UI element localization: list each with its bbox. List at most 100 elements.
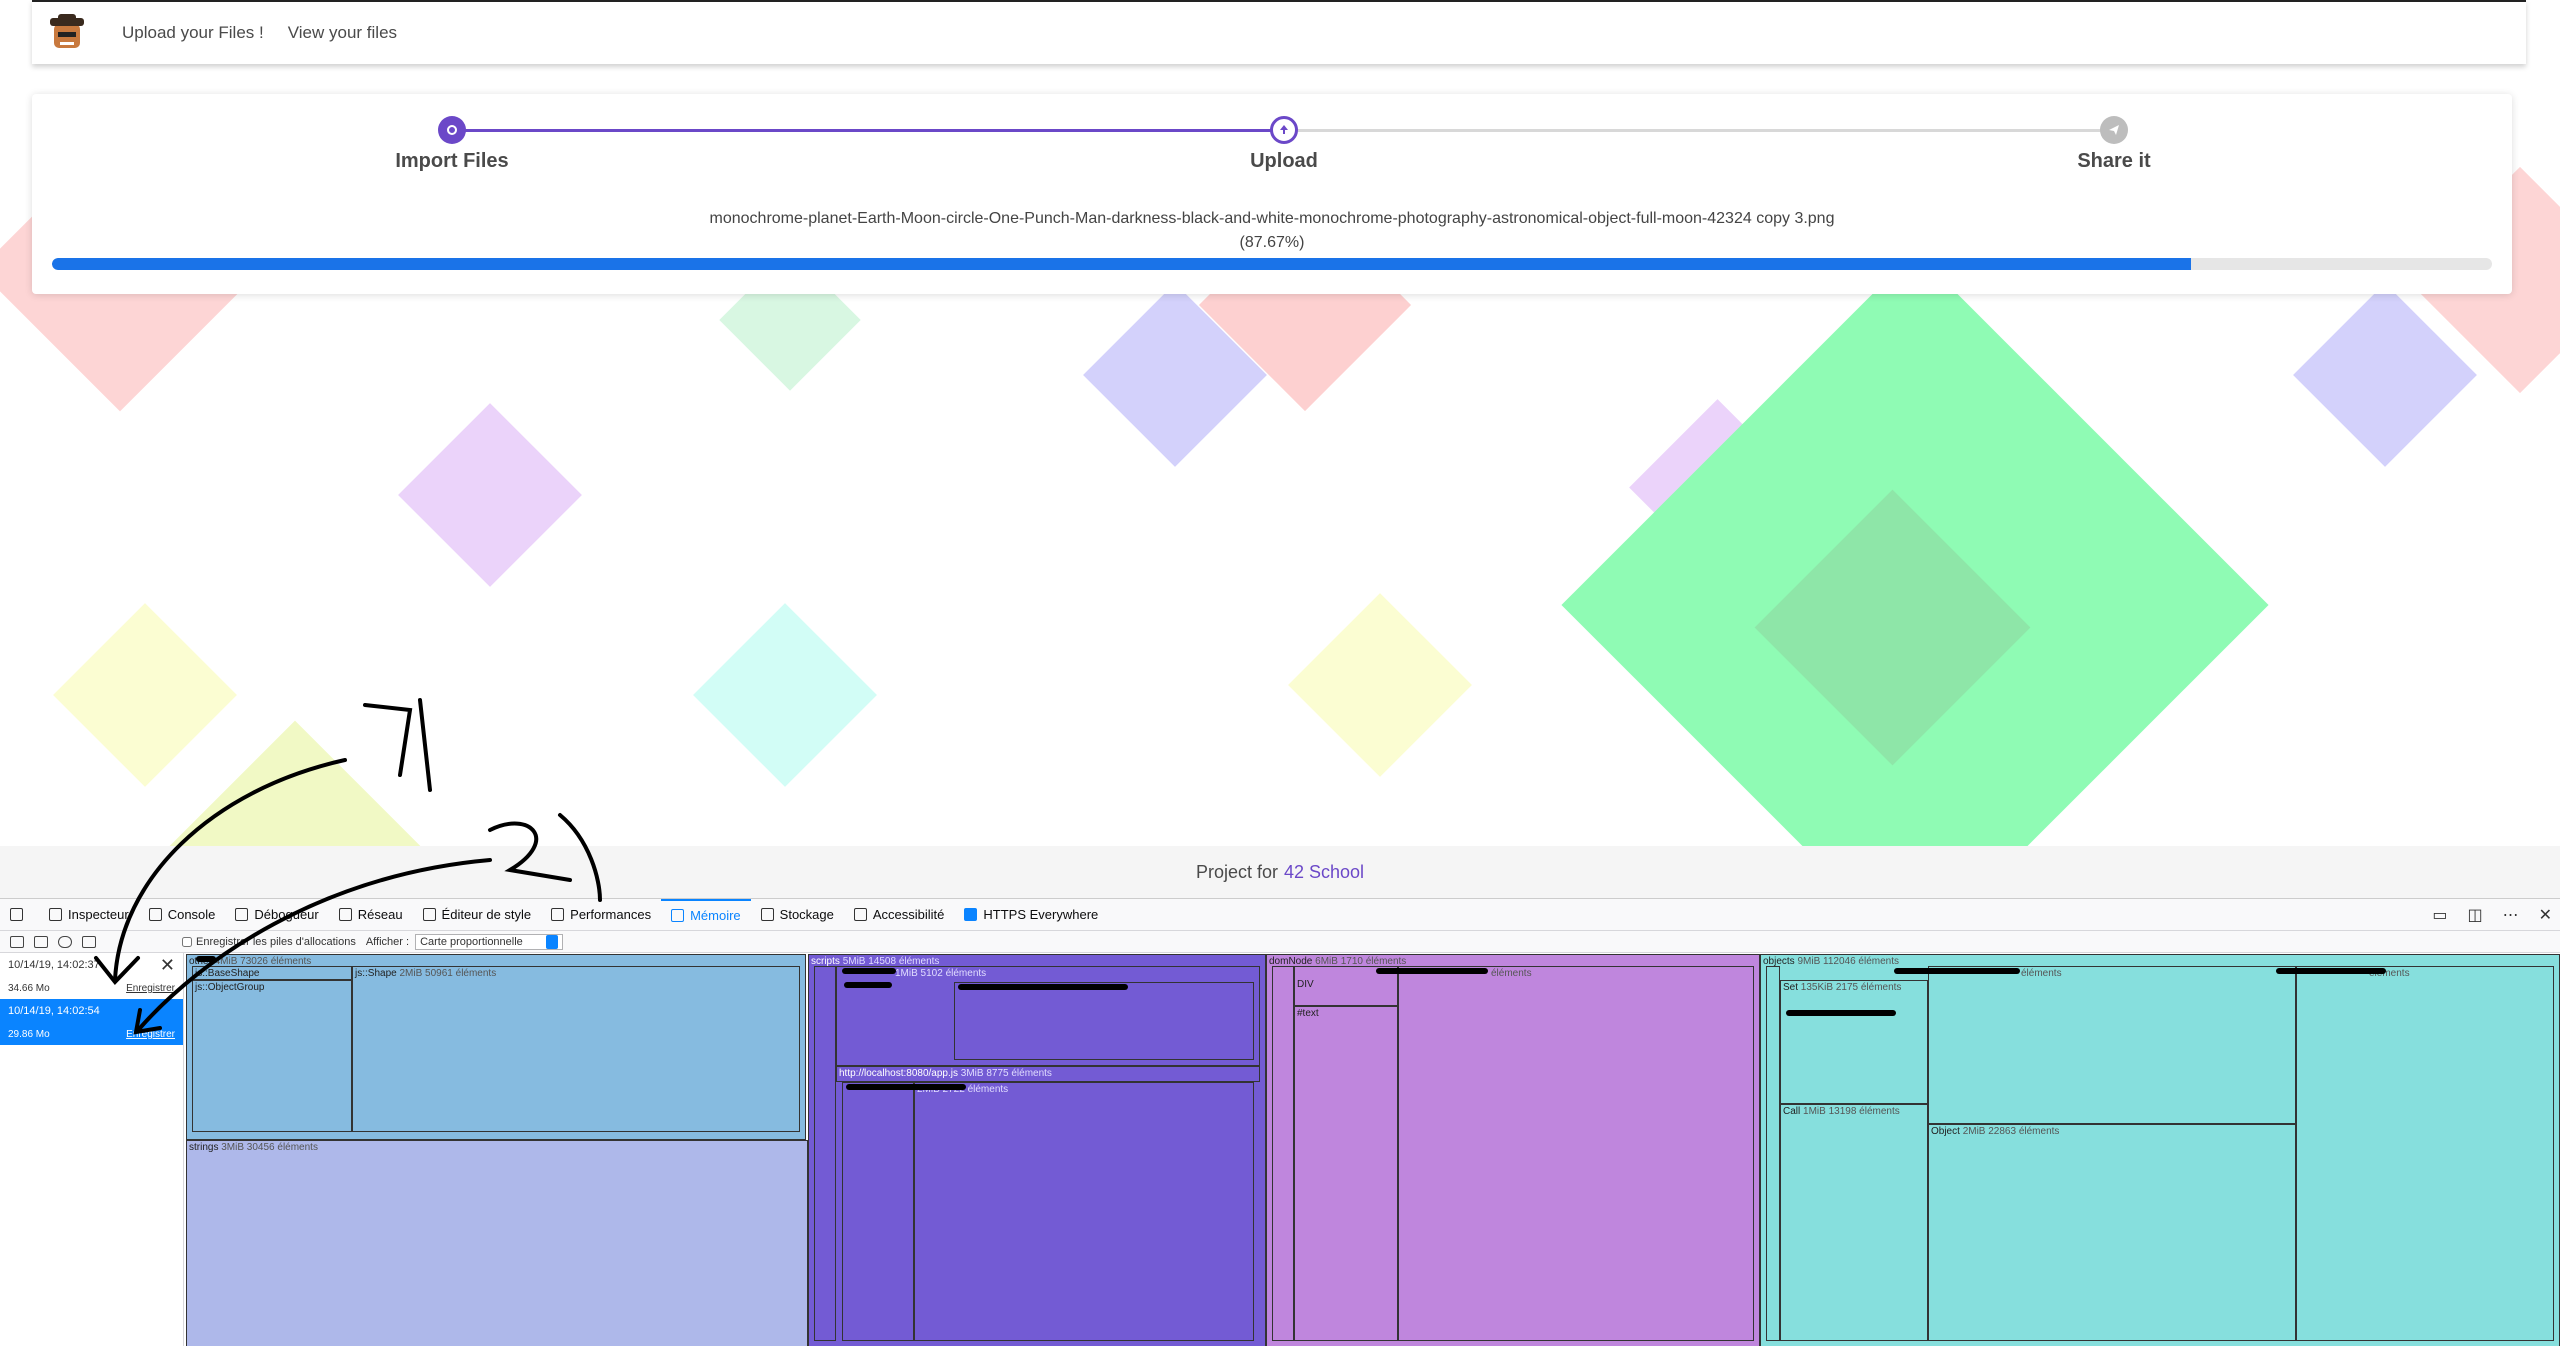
- treemap-js-shape[interactable]: js::Shape 2MiB 50961 éléments: [352, 966, 800, 1132]
- snapshot-item-selected[interactable]: 10/14/19, 14:02:54 29.86 Mo Enregistrer: [0, 999, 183, 1045]
- upload-progress-bar: [52, 258, 2492, 270]
- page-footer: Project for 42 School: [0, 846, 2560, 898]
- treemap-call[interactable]: Call 1MiB 13198 éléments: [1780, 1104, 1928, 1341]
- footer-school-link[interactable]: 42 School: [1284, 862, 1364, 883]
- treemap-app-js[interactable]: http://localhost:8080/app.js 3MiB 8775 é…: [836, 1066, 1260, 1082]
- upload-filename: monochrome-planet-Earth-Moon-circle-One-…: [709, 210, 1835, 227]
- nav-view-files-link[interactable]: View your files: [288, 23, 397, 43]
- treemap-app-js-main[interactable]: 2MiB 2722 éléments: [914, 1082, 1254, 1341]
- tab-label: HTTPS Everywhere: [983, 907, 1099, 922]
- view-select[interactable]: Carte proportionnelle: [415, 933, 564, 950]
- record-icon[interactable]: [58, 935, 72, 948]
- treemap-app-js-inner[interactable]: [842, 1082, 914, 1341]
- pick-element-icon[interactable]: [0, 899, 39, 931]
- treemap-dom-text[interactable]: #text: [1294, 1006, 1398, 1341]
- tab-inspecteur[interactable]: Inspecteur: [39, 899, 139, 931]
- take-snapshot-icon[interactable]: [34, 935, 48, 948]
- decor-diamond-yellow-2: [1288, 593, 1472, 777]
- tab-debogueur[interactable]: Débogueur: [225, 899, 328, 931]
- tm-sub: 3MiB 8775 éléments: [960, 1068, 1052, 1079]
- inspector-icon: [49, 908, 62, 921]
- snapshot-save-link[interactable]: Enregistrer: [126, 983, 175, 994]
- tm-label: Object: [1931, 1126, 1960, 1137]
- redaction-mark: [844, 982, 892, 988]
- app-logo-icon[interactable]: [46, 12, 88, 54]
- tab-label: Débogueur: [254, 907, 319, 922]
- redaction-mark: [1786, 1010, 1896, 1016]
- tm-sub: 1MiB 5102 éléments: [895, 968, 987, 979]
- clear-snapshots-icon[interactable]: [10, 935, 24, 948]
- upload-card: Import Files Upload Share it monochrome-…: [32, 94, 2512, 294]
- redaction-mark: [2276, 968, 2386, 974]
- show-label: Afficher :: [365, 935, 410, 948]
- tm-label: js::ObjectGroup: [195, 982, 265, 993]
- treemap-objects-a[interactable]: éléments: [1928, 966, 2296, 1124]
- tab-console[interactable]: Console: [139, 899, 226, 931]
- step-import-icon[interactable]: [438, 116, 466, 144]
- tab-label: Accessibilité: [872, 907, 945, 922]
- treemap-strings[interactable]: strings 3MiB 30456 éléments: [186, 1140, 808, 1346]
- network-icon: [338, 908, 352, 921]
- step-line-done: [452, 129, 1284, 132]
- responsive-mode-icon[interactable]: ▭: [2432, 905, 2447, 925]
- decor-diamond-cyan: [693, 603, 877, 787]
- step-share-icon[interactable]: [2100, 116, 2128, 144]
- footer-prefix: Project for: [1195, 861, 1278, 882]
- treemap-set[interactable]: Set 135KiB 2175 éléments: [1780, 980, 1928, 1104]
- treemap-objects-strip[interactable]: [1766, 966, 1780, 1341]
- treemap-object-group[interactable]: js::ObjectGroup: [192, 980, 352, 1132]
- treemap-dom-main[interactable]: éléments: [1398, 966, 1754, 1341]
- nav-upload-link[interactable]: Upload your Files !: [122, 23, 264, 43]
- treemap-dom-strip[interactable]: [1272, 966, 1294, 1341]
- treemap-scripts-strip[interactable]: [814, 966, 836, 1341]
- tab-editeur-style[interactable]: Éditeur de style: [413, 899, 542, 931]
- step-upload-icon[interactable]: [1270, 116, 1298, 144]
- tab-performances[interactable]: Performances: [541, 899, 661, 931]
- tab-stockage[interactable]: Stockage: [751, 899, 844, 931]
- tab-reseau[interactable]: Réseau: [329, 899, 413, 931]
- tm-sub: éléments: [1491, 968, 1532, 979]
- redaction-mark: [1894, 968, 2020, 974]
- dock-icon[interactable]: ◫: [2467, 905, 2482, 925]
- tm-sub: 2MiB 22863 éléments: [1962, 1126, 2060, 1137]
- step-line-pending: [1284, 129, 2114, 132]
- treemap-objects-b[interactable]: éléments: [2296, 966, 2554, 1341]
- record-allocation-stacks-checkbox[interactable]: [182, 936, 192, 947]
- view-select-value: Carte proportionnelle: [420, 935, 523, 948]
- accessibility-icon: [853, 908, 867, 921]
- tab-label: Inspecteur: [68, 907, 129, 922]
- treemap-scripts-block-a2[interactable]: [954, 982, 1254, 1060]
- style-editor-icon: [422, 908, 436, 921]
- top-navbar: Upload your Files ! View your files: [32, 0, 2526, 64]
- import-icon[interactable]: [82, 935, 96, 948]
- redaction-mark: [842, 968, 896, 974]
- treemap-base-shape[interactable]: js::BaseShape: [192, 966, 352, 980]
- tm-sub: 9MiB 112046 éléments: [1797, 956, 1900, 967]
- tm-sub: éléments: [2021, 968, 2062, 979]
- devtools-panel: Inspecteur Console Débogueur Réseau Édit…: [0, 898, 2560, 1346]
- step-upload-label: Upload: [1250, 150, 1318, 172]
- redaction-mark: [958, 984, 1128, 990]
- tab-accessibilite[interactable]: Accessibilité: [844, 899, 955, 931]
- web-page-background: Upload your Files ! View your files Impo…: [0, 0, 2560, 846]
- devtools-tabbar: Inspecteur Console Débogueur Réseau Édit…: [0, 898, 2560, 931]
- console-icon: [148, 908, 162, 921]
- snapshot-item[interactable]: 10/14/19, 14:02:37 ✕ 34.66 Mo Enregistre…: [0, 953, 183, 999]
- tab-label: Réseau: [357, 907, 403, 922]
- decor-diamond-yellow-3: [160, 720, 430, 846]
- step-import-label: Import Files: [395, 150, 509, 172]
- tab-memoire[interactable]: Mémoire: [661, 898, 751, 931]
- tab-label: Performances: [570, 907, 652, 922]
- record-allocation-stacks-label: Enregistrer les piles d'allocations: [196, 935, 356, 948]
- snapshot-date: 10/14/19, 14:02:54: [8, 1005, 100, 1017]
- close-devtools-icon[interactable]: ✕: [2539, 905, 2552, 925]
- delete-snapshot-icon[interactable]: ✕: [160, 955, 175, 976]
- tab-label: Console: [167, 907, 216, 922]
- treemap-object[interactable]: Object 2MiB 22863 éléments: [1928, 1124, 2296, 1341]
- decor-diamond-yellow: [53, 603, 237, 787]
- snapshot-save-link[interactable]: Enregistrer: [126, 1029, 175, 1040]
- more-options-icon[interactable]: ⋯: [2503, 905, 2519, 925]
- debugger-icon: [235, 908, 249, 921]
- tab-https-everywhere[interactable]: HTTPS Everywhere: [954, 899, 1108, 931]
- snapshot-size: 29.86 Mo: [8, 1029, 50, 1040]
